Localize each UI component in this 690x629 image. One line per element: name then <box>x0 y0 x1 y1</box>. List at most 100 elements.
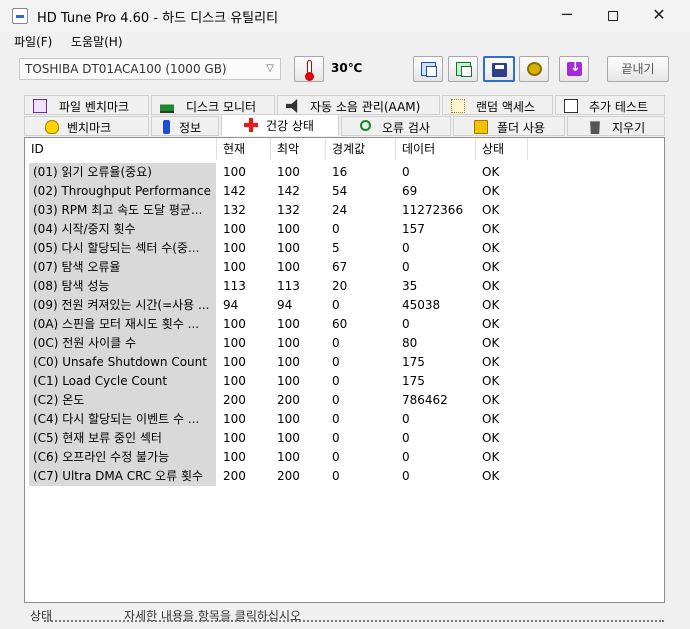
menu-file[interactable]: 파일(F) <box>14 33 52 50</box>
cell-worst: 100 <box>277 222 300 236</box>
tab-info[interactable]: 정보 <box>151 116 219 136</box>
cell-id: (0C) 전원 사이클 수 <box>29 334 216 353</box>
cell-status: OK <box>482 317 500 331</box>
cell-id: (C2) 온도 <box>29 391 216 410</box>
info-icon <box>163 120 170 134</box>
tab-error-scan[interactable]: 오류 검사 <box>341 116 451 136</box>
column-header-status[interactable]: 상태 <box>476 138 528 160</box>
exit-button[interactable]: 끝내기 <box>607 56 669 82</box>
options-button[interactable] <box>519 56 549 82</box>
tab-aam[interactable]: 자동 소음 관리(AAM) <box>277 95 440 115</box>
cell-data: 0 <box>402 469 410 483</box>
cell-threshold: 54 <box>332 184 348 198</box>
app-icon <box>12 8 28 24</box>
cell-worst: 100 <box>277 355 300 369</box>
cell-threshold: 16 <box>332 165 348 179</box>
cell-threshold: 0 <box>332 374 340 388</box>
cell-current: 100 <box>223 412 246 426</box>
cell-current: 100 <box>223 317 246 331</box>
tab-health[interactable]: 건강 상태 <box>221 114 339 136</box>
cell-data: 0 <box>402 241 410 255</box>
bulb-icon <box>45 120 59 134</box>
cell-current: 100 <box>223 165 246 179</box>
download-button[interactable] <box>559 56 589 82</box>
horizontal-scrollbar[interactable] <box>44 620 664 622</box>
tab-file-benchmark[interactable]: 파일 벤치마크 <box>24 95 149 115</box>
column-header-worst[interactable]: 최악 <box>271 138 326 160</box>
cell-data: 157 <box>402 222 425 236</box>
cell-current: 100 <box>223 431 246 445</box>
cell-threshold: 24 <box>332 203 348 217</box>
cell-threshold: 0 <box>332 336 340 350</box>
temperature-readout: 30℃ <box>331 61 363 75</box>
column-header-id[interactable]: ID <box>25 138 217 160</box>
cell-data: 175 <box>402 374 425 388</box>
cell-data: 0 <box>402 260 410 274</box>
tab-label: 추가 테스트 <box>589 100 649 114</box>
copy-icon <box>421 62 437 77</box>
cell-id: (03) RPM 최고 속도 도달 평균... <box>29 201 216 220</box>
cell-worst: 113 <box>277 279 300 293</box>
temperature-button[interactable] <box>294 56 324 82</box>
cell-threshold: 67 <box>332 260 348 274</box>
cell-data: 0 <box>402 431 410 445</box>
cell-worst: 200 <box>277 393 300 407</box>
cell-data: 35 <box>402 279 418 293</box>
tab-erase[interactable]: 지우기 <box>567 116 665 136</box>
cell-current: 94 <box>223 298 239 312</box>
column-header-current[interactable]: 현재 <box>217 138 271 160</box>
menu-help[interactable]: 도움말(H) <box>71 33 123 50</box>
cell-status: OK <box>482 165 500 179</box>
tab-disk-monitor[interactable]: 디스크 모니터 <box>151 95 275 115</box>
tab-folder-usage[interactable]: 폴더 사용 <box>453 116 565 136</box>
cell-current: 113 <box>223 279 246 293</box>
cell-data: 175 <box>402 355 425 369</box>
extra-tests-icon <box>564 99 578 113</box>
tab-random-access[interactable]: 랜덤 액세스 <box>442 95 553 115</box>
cell-worst: 100 <box>277 431 300 445</box>
cell-worst: 94 <box>277 298 293 312</box>
cell-id: (02) Throughput Performance ... <box>29 182 216 201</box>
cell-id: (C7) Ultra DMA CRC 오류 횟수 <box>29 467 216 486</box>
cell-status: OK <box>482 412 500 426</box>
random-access-icon <box>451 99 465 113</box>
close-button[interactable]: ✕ <box>636 0 682 32</box>
copy-text-button[interactable] <box>413 56 443 82</box>
cell-current: 200 <box>223 469 246 483</box>
tab-benchmark[interactable]: 벤치마크 <box>24 116 149 136</box>
cell-status: OK <box>482 393 500 407</box>
cell-id: (C0) Unsafe Shutdown Count <box>29 353 216 372</box>
cell-id: (C4) 다시 할당되는 이벤트 수 ... <box>29 410 216 429</box>
cell-id: (07) 탐색 오류율 <box>29 258 216 277</box>
maximize-button[interactable] <box>590 0 636 32</box>
drive-select[interactable]: TOSHIBA DT01ACA100 (1000 GB) ▽ <box>19 58 281 80</box>
cell-status: OK <box>482 450 500 464</box>
cell-worst: 100 <box>277 450 300 464</box>
tab-label: 지우기 <box>612 121 646 135</box>
download-arrow-icon <box>567 60 582 76</box>
cell-current: 100 <box>223 260 246 274</box>
cell-data: 786462 <box>402 393 448 407</box>
cell-threshold: 0 <box>332 412 340 426</box>
tab-label: 정보 <box>179 121 202 135</box>
tab-extra-tests[interactable]: 추가 테스트 <box>555 95 665 115</box>
cell-status: OK <box>482 374 500 388</box>
cell-data: 69 <box>402 184 418 198</box>
cell-status: OK <box>482 431 500 445</box>
cell-current: 142 <box>223 184 246 198</box>
save-button[interactable] <box>483 56 515 82</box>
cell-status: OK <box>482 203 500 217</box>
cell-current: 100 <box>223 374 246 388</box>
column-header-threshold[interactable]: 경계값 <box>326 138 396 160</box>
copy-screenshot-icon <box>456 62 472 77</box>
tab-label: 벤치마크 <box>67 121 112 135</box>
cell-status: OK <box>482 469 500 483</box>
column-header-data[interactable]: 데이터 <box>396 138 476 160</box>
cell-data: 45038 <box>402 298 441 312</box>
cell-current: 100 <box>223 222 246 236</box>
thermometer-icon <box>305 60 314 81</box>
cell-threshold: 0 <box>332 393 340 407</box>
window-title: HD Tune Pro 4.60 - 하드 디스크 유틸리티 <box>37 11 279 26</box>
copy-screenshot-button[interactable] <box>448 56 478 82</box>
minimize-button[interactable]: ─ <box>544 0 590 32</box>
